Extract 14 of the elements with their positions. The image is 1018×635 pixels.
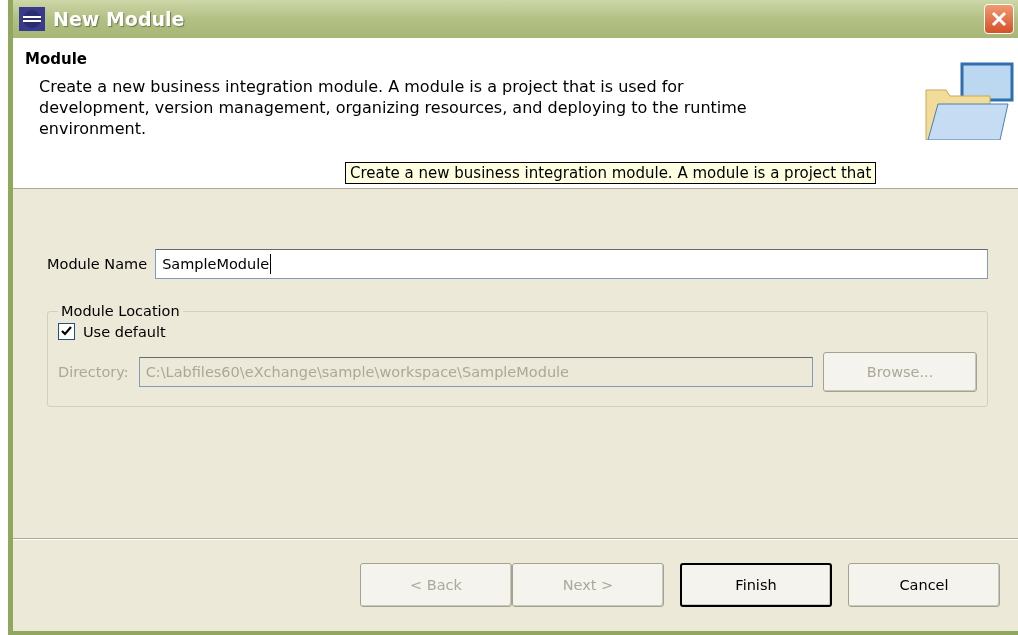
tooltip: Create a new business integration module. A module is a project that bbox=[345, 162, 877, 184]
field-label: Directory: bbox=[58, 364, 129, 380]
page-title: Module bbox=[25, 50, 88, 68]
use-default-checkbox[interactable] bbox=[58, 323, 75, 340]
module-name-field[interactable]: SampleModule bbox=[155, 249, 988, 279]
checkbox-label: Use default bbox=[83, 323, 166, 340]
group-title: Module Location bbox=[60, 303, 181, 319]
window-title: New Module bbox=[53, 8, 186, 30]
field-label: Module Name bbox=[47, 256, 148, 272]
dialog-button[interactable]: Finish bbox=[680, 563, 832, 607]
close-icon bbox=[991, 11, 1007, 27]
dialog-button[interactable]: Cancel bbox=[848, 563, 1000, 607]
page-description: Create a new business integration module. A module is a project that is used for development, version management, organizing resources, and deploying to the runtime environment. bbox=[39, 76, 748, 139]
close-button[interactable] bbox=[984, 4, 1014, 34]
